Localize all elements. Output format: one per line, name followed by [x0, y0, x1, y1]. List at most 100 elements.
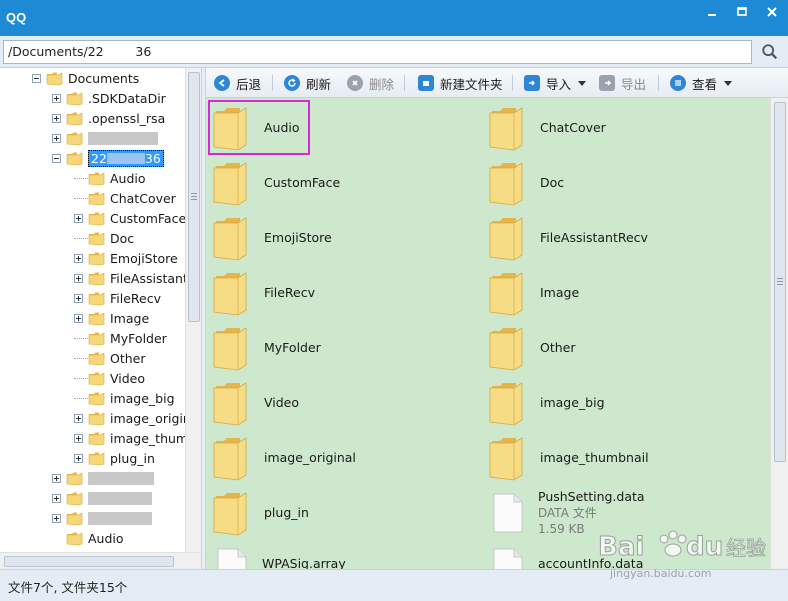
tree-item-audio[interactable]: Audio: [74, 168, 146, 188]
folder-item-doc[interactable]: Doc: [486, 155, 564, 210]
expand-icon[interactable]: [74, 313, 83, 323]
maximize-button[interactable]: [727, 0, 757, 24]
tree-item-fileassistantrecv[interactable]: FileAssistantR: [74, 268, 197, 288]
tree-item-chatcover[interactable]: ChatCover: [74, 188, 176, 208]
tree-item-openssl-rsa[interactable]: .openssl_rsa: [52, 108, 165, 128]
expand-icon[interactable]: [74, 453, 83, 463]
tree-item-video[interactable]: Video: [74, 368, 145, 388]
svg-text:du: du: [686, 532, 723, 562]
expand-icon[interactable]: [74, 433, 83, 443]
tree-item-redacted[interactable]: [52, 128, 158, 148]
expand-icon[interactable]: [52, 473, 61, 483]
expand-icon[interactable]: [74, 213, 83, 223]
tree-item-redacted[interactable]: [52, 508, 152, 528]
folder-tree: Documents .SDKDataDir .openssl_rsa 22 36 …: [0, 68, 201, 552]
folder-icon: [88, 451, 105, 466]
new-folder-button[interactable]: 新建文件夹: [418, 72, 503, 94]
expand-icon[interactable]: [74, 253, 83, 263]
export-button[interactable]: 导出: [599, 72, 646, 94]
refresh-button[interactable]: 刷新: [284, 72, 331, 94]
refresh-icon: [284, 75, 300, 91]
folder-icon: [486, 380, 526, 426]
folder-item-video[interactable]: Video: [210, 375, 299, 430]
search-icon: [762, 44, 778, 60]
expand-icon[interactable]: [74, 273, 83, 283]
folder-item-other[interactable]: Other: [486, 320, 576, 375]
chevron-down-icon[interactable]: [724, 80, 733, 86]
folder-item-image-thumbnail[interactable]: image_thumbnail: [486, 430, 649, 485]
minimize-icon: [708, 14, 716, 16]
expand-icon[interactable]: [74, 413, 83, 423]
folder-icon: [66, 131, 83, 146]
delete-button[interactable]: 删除: [347, 72, 394, 94]
tree-horizontal-scrollbar[interactable]: [0, 552, 201, 569]
import-button[interactable]: 导入: [524, 72, 587, 94]
folder-item-myfolder[interactable]: MyFolder: [210, 320, 321, 375]
tree-item-plug-in[interactable]: plug_in: [74, 448, 155, 468]
tree-item-customface[interactable]: CustomFace: [74, 208, 186, 228]
expand-icon[interactable]: [52, 93, 61, 103]
collapse-icon[interactable]: [32, 73, 41, 83]
tree-item-doc[interactable]: Doc: [74, 228, 134, 248]
tree-item-documents[interactable]: Documents: [32, 68, 139, 88]
folder-icon: [210, 435, 250, 481]
tree-item-sdkdatadir[interactable]: .SDKDataDir: [52, 88, 166, 108]
search-button[interactable]: [758, 41, 782, 63]
folder-icon: [88, 211, 105, 226]
folder-item-plug-in[interactable]: plug_in: [210, 485, 309, 540]
folder-item-image-original[interactable]: image_original: [210, 430, 356, 485]
back-button[interactable]: 后退: [214, 72, 261, 94]
folder-item-fileassistantrecv[interactable]: FileAssistantRecv: [486, 210, 648, 265]
tree-item-account[interactable]: 22 36: [52, 148, 164, 168]
expand-icon[interactable]: [52, 133, 61, 143]
minimize-button[interactable]: [697, 0, 727, 24]
view-list-icon: [670, 75, 686, 91]
redacted-label: [88, 491, 152, 505]
tree-item-myfolder[interactable]: MyFolder: [74, 328, 167, 348]
tree-item-image[interactable]: Image: [74, 308, 149, 328]
folder-item-chatcover[interactable]: ChatCover: [486, 100, 606, 155]
folder-icon: [210, 325, 250, 371]
folder-icon: [486, 215, 526, 261]
scroll-thumb[interactable]: [188, 72, 200, 322]
expand-icon[interactable]: [52, 513, 61, 523]
tree-item-redacted[interactable]: [52, 468, 154, 488]
collapse-icon[interactable]: [52, 153, 61, 163]
tree-item-image-big[interactable]: image_big: [74, 388, 175, 408]
folder-item-emojistore[interactable]: EmojiStore: [210, 210, 332, 265]
tree-item-filerecv[interactable]: FileRecv: [74, 288, 161, 308]
content-vertical-scrollbar[interactable]: [770, 98, 788, 569]
expand-icon[interactable]: [52, 113, 61, 123]
tree-item-audio-root[interactable]: Audio: [66, 528, 124, 548]
expand-icon[interactable]: [74, 293, 83, 303]
svg-text:Bai: Bai: [598, 532, 644, 562]
tree-item-image-thumbnail[interactable]: image_thumb: [74, 428, 196, 448]
folder-item-customface[interactable]: CustomFace: [210, 155, 340, 210]
toolbar: 后退 刷新 删除 新建文件夹 导入 导出 查看: [206, 68, 788, 98]
view-button[interactable]: 查看: [670, 72, 733, 94]
tree-item-redacted[interactable]: [52, 488, 152, 508]
tree-item-other[interactable]: Other: [74, 348, 146, 368]
file-grid: Audio ChatCover CustomFace Doc EmojiStor…: [206, 98, 770, 569]
back-arrow-icon: [214, 75, 230, 91]
tree-item-image-original[interactable]: image_origin: [74, 408, 191, 428]
scroll-thumb[interactable]: [4, 556, 174, 567]
close-button[interactable]: [757, 0, 787, 24]
folder-icon: [88, 431, 105, 446]
folder-icon: [486, 325, 526, 371]
file-icon: [216, 548, 248, 570]
tree-item-emojistore[interactable]: EmojiStore: [74, 248, 178, 268]
folder-item-image-big[interactable]: image_big: [486, 375, 605, 430]
folder-icon: [210, 490, 250, 536]
chevron-down-icon[interactable]: [578, 80, 587, 86]
folder-icon: [88, 351, 105, 366]
folder-item-audio[interactable]: Audio: [208, 100, 310, 155]
title-bar: QQ: [0, 0, 788, 36]
scroll-thumb[interactable]: [774, 102, 786, 462]
path-input[interactable]: /Documents/22 36: [3, 40, 752, 64]
folder-item-filerecv[interactable]: FileRecv: [210, 265, 315, 320]
expand-icon[interactable]: [52, 493, 61, 503]
tree-vertical-scrollbar[interactable]: [185, 68, 201, 552]
file-item-wpasig[interactable]: WPASig.array ARRAY 文件: [212, 540, 346, 569]
folder-item-image[interactable]: Image: [486, 265, 579, 320]
